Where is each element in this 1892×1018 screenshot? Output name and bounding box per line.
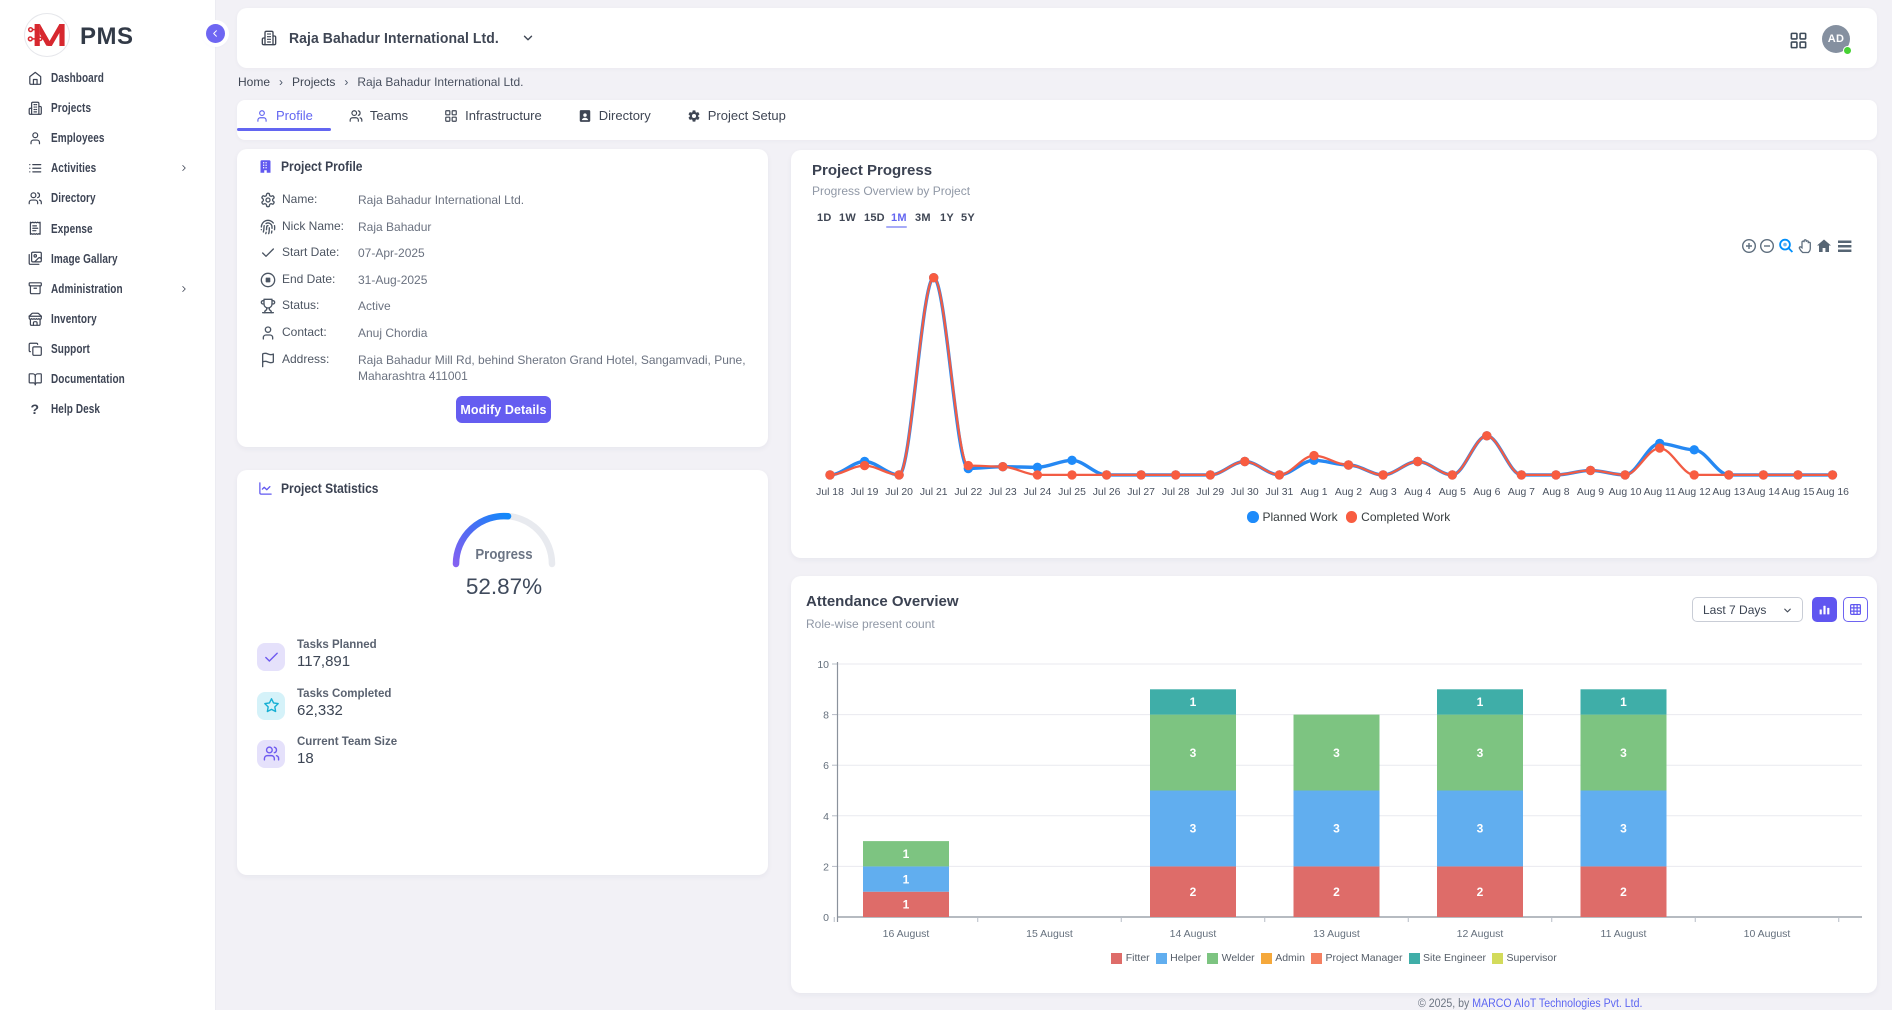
svg-text:12 August: 12 August (1457, 928, 1504, 940)
svg-text:Jul 29: Jul 29 (1196, 487, 1224, 498)
svg-text:Jul 20: Jul 20 (885, 487, 913, 498)
svg-text:3: 3 (1620, 822, 1627, 836)
svg-text:Jul 21: Jul 21 (920, 487, 948, 498)
svg-text:3: 3 (1190, 746, 1197, 760)
svg-text:Jul 28: Jul 28 (1162, 487, 1190, 498)
svg-text:Jul 22: Jul 22 (954, 487, 982, 498)
svg-text:Jul 19: Jul 19 (851, 487, 879, 498)
svg-text:Jul 18: Jul 18 (816, 487, 844, 498)
svg-text:2: 2 (823, 861, 829, 873)
svg-text:10: 10 (817, 659, 829, 671)
svg-text:Aug 5: Aug 5 (1439, 487, 1466, 498)
svg-text:Aug 12: Aug 12 (1678, 487, 1711, 498)
svg-text:2: 2 (1620, 885, 1627, 899)
svg-text:Jul 31: Jul 31 (1266, 487, 1294, 498)
svg-text:10 August: 10 August (1744, 928, 1791, 940)
svg-text:1: 1 (1620, 695, 1627, 709)
svg-text:13 August: 13 August (1313, 928, 1360, 940)
svg-text:14 August: 14 August (1170, 928, 1217, 940)
svg-text:Aug 3: Aug 3 (1370, 487, 1397, 498)
svg-text:1: 1 (903, 898, 910, 912)
svg-text:Aug 9: Aug 9 (1577, 487, 1604, 498)
svg-text:Jul 25: Jul 25 (1058, 487, 1086, 498)
svg-text:6: 6 (823, 760, 829, 772)
svg-text:16 August: 16 August (883, 928, 930, 940)
svg-text:3: 3 (1190, 822, 1197, 836)
svg-text:Aug 4: Aug 4 (1404, 487, 1431, 498)
svg-text:1: 1 (903, 847, 910, 861)
svg-text:2: 2 (1477, 885, 1484, 899)
svg-text:3: 3 (1477, 822, 1484, 836)
svg-text:Aug 14: Aug 14 (1747, 487, 1780, 498)
svg-text:4: 4 (823, 811, 829, 823)
svg-text:Aug 13: Aug 13 (1712, 487, 1745, 498)
svg-text:3: 3 (1333, 822, 1340, 836)
svg-text:Aug 7: Aug 7 (1508, 487, 1535, 498)
svg-text:Aug 2: Aug 2 (1335, 487, 1362, 498)
svg-text:Aug 10: Aug 10 (1609, 487, 1642, 498)
svg-text:Jul 27: Jul 27 (1127, 487, 1155, 498)
svg-text:Aug 11: Aug 11 (1644, 487, 1676, 498)
svg-text:Aug 8: Aug 8 (1542, 487, 1569, 498)
svg-text:3: 3 (1333, 746, 1340, 760)
svg-text:0: 0 (823, 912, 829, 924)
svg-text:15 August: 15 August (1026, 928, 1073, 940)
svg-text:Jul 23: Jul 23 (989, 487, 1017, 498)
svg-text:Jul 30: Jul 30 (1231, 487, 1259, 498)
svg-text:Aug 15: Aug 15 (1782, 487, 1815, 498)
svg-text:1: 1 (903, 872, 910, 886)
svg-text:1: 1 (1477, 695, 1484, 709)
svg-text:Aug 16: Aug 16 (1816, 487, 1849, 498)
svg-text:2: 2 (1333, 885, 1340, 899)
svg-text:1: 1 (1190, 695, 1197, 709)
svg-text:Jul 26: Jul 26 (1093, 487, 1121, 498)
svg-text:3: 3 (1477, 746, 1484, 760)
svg-text:8: 8 (823, 710, 829, 722)
svg-text:Aug 6: Aug 6 (1473, 487, 1500, 498)
svg-text:3: 3 (1620, 746, 1627, 760)
svg-text:2: 2 (1190, 885, 1197, 899)
svg-text:11 August: 11 August (1601, 928, 1647, 940)
svg-text:Aug 1: Aug 1 (1300, 487, 1327, 498)
svg-text:Jul 24: Jul 24 (1024, 487, 1052, 498)
